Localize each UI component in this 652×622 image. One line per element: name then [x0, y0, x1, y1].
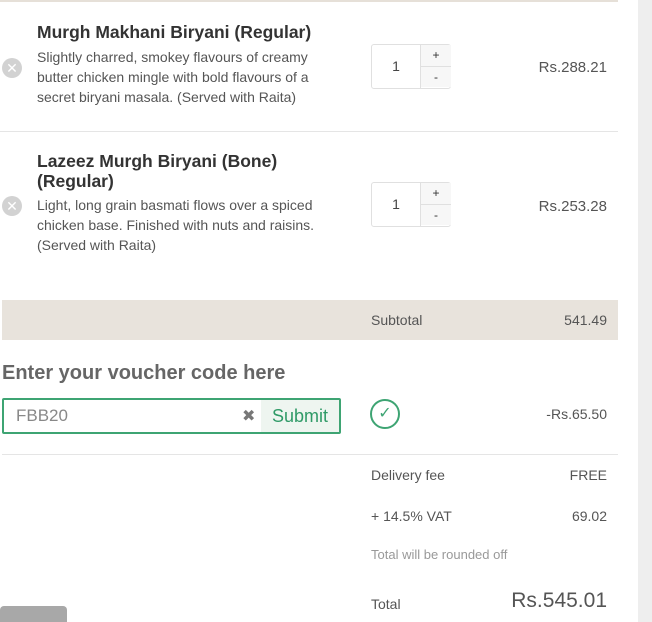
bottom-tab-button[interactable] — [0, 606, 67, 622]
subtotal-value: 541.49 — [564, 312, 607, 328]
remove-item-icon[interactable]: ✕ — [2, 196, 22, 216]
total-value: Rs.545.01 — [511, 589, 607, 612]
cart-panel: ✕ Murgh Makhani Biryani (Regular) Slight… — [0, 0, 618, 622]
item-price: Rs.288.21 — [538, 59, 607, 76]
decrement-button[interactable]: - — [421, 204, 451, 225]
cart-item: ✕ Lazeez Murgh Biryani (Bone) (Regular) … — [0, 132, 618, 282]
vat-label: + 14.5% VAT — [371, 508, 452, 524]
summary-divider — [2, 454, 618, 455]
subtotal-row: Subtotal 541.49 — [2, 300, 618, 340]
quantity-stepper: 1 + - — [371, 44, 451, 89]
cart-item: ✕ Murgh Makhani Biryani (Regular) Slight… — [0, 2, 618, 132]
remove-item-icon[interactable]: ✕ — [2, 58, 22, 78]
item-title: Lazeez Murgh Biryani (Bone) (Regular) — [37, 151, 278, 191]
scrollbar-track[interactable] — [638, 0, 652, 622]
check-circle-icon: ✓ — [370, 399, 400, 429]
vat-value: 69.02 — [571, 508, 607, 524]
quantity-buttons: + - — [420, 183, 451, 226]
subtotal-label: Subtotal — [371, 312, 423, 328]
quantity-value[interactable]: 1 — [372, 183, 420, 226]
item-price: Rs.253.28 — [538, 198, 607, 215]
increment-button[interactable]: + — [421, 183, 451, 204]
voucher-form: ✖ Submit — [2, 398, 341, 434]
item-description: Slightly charred, smokey flavours of cre… — [37, 49, 309, 105]
decrement-button[interactable]: - — [421, 66, 451, 87]
increment-button[interactable]: + — [421, 45, 451, 66]
quantity-stepper: 1 + - — [371, 182, 451, 227]
total-label: Total — [371, 596, 401, 612]
rounding-note: Total will be rounded off — [371, 547, 508, 562]
delivery-fee-label: Delivery fee — [371, 467, 445, 483]
item-title: Murgh Makhani Biryani (Regular) — [37, 22, 312, 42]
discount-value: -Rs.65.50 — [546, 406, 607, 422]
quantity-buttons: + - — [420, 45, 451, 88]
quantity-value[interactable]: 1 — [372, 45, 420, 88]
delivery-fee-value: FREE — [569, 467, 607, 483]
voucher-code-input[interactable] — [4, 400, 238, 432]
clear-voucher-icon[interactable]: ✖ — [242, 406, 255, 426]
submit-voucher-button[interactable]: Submit — [261, 400, 339, 432]
voucher-heading: Enter your voucher code here — [2, 362, 286, 384]
item-description: Light, long grain basmati flows over a s… — [37, 197, 315, 253]
